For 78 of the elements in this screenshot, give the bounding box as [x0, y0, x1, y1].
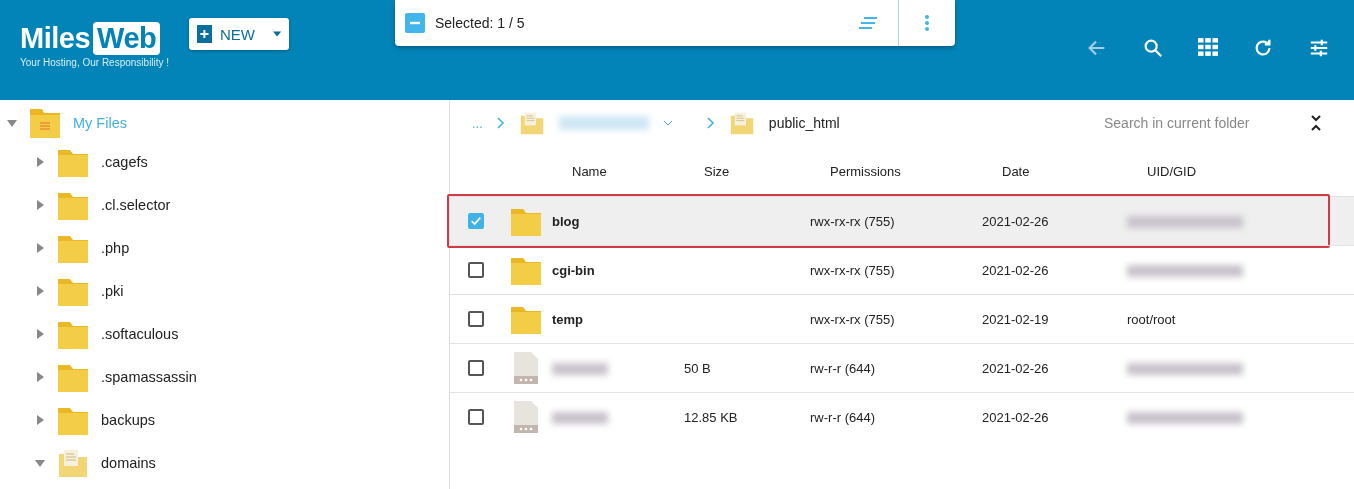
- table-row[interactable]: 12.85 KB rw-r-r (644) 2021-02-26: [450, 392, 1354, 441]
- tree-item[interactable]: .cagefs: [101, 153, 148, 170]
- tree-item[interactable]: .pki: [101, 282, 124, 299]
- table-cell-text: 2021-02-26: [982, 360, 1050, 376]
- row-checkbox[interactable]: [468, 213, 484, 229]
- sort-icon[interactable]: [858, 16, 878, 30]
- file-icon: [514, 401, 538, 433]
- document-folder-icon: [728, 111, 755, 135]
- column-header[interactable]: UID/GID: [1147, 163, 1297, 179]
- row-checkbox[interactable]: [468, 262, 484, 278]
- collapse-arrow-icon[interactable]: [7, 118, 17, 128]
- file-name[interactable]: temp: [552, 311, 684, 327]
- tree-item[interactable]: .php: [101, 239, 130, 256]
- refresh-icon[interactable]: [1252, 37, 1274, 59]
- document-folder-icon: [518, 111, 545, 135]
- expand-arrow-icon[interactable]: [35, 328, 45, 339]
- deselect-icon[interactable]: [405, 13, 425, 33]
- table-cell-text: 2021-02-26: [982, 409, 1050, 425]
- chevron-right-icon: [706, 117, 715, 129]
- row-checkbox[interactable]: [468, 311, 484, 327]
- search-icon[interactable]: [1142, 37, 1164, 59]
- expand-arrow-icon[interactable]: [35, 285, 45, 296]
- table-row[interactable]: temp rwx-rx-rx (755) 2021-02-19 root/root: [450, 294, 1354, 343]
- row-checkbox[interactable]: [468, 360, 484, 376]
- column-header[interactable]: Date: [1002, 163, 1147, 179]
- tree-item[interactable]: backups: [101, 411, 155, 428]
- new-button[interactable]: NEW: [189, 18, 290, 50]
- table-cell-text: rwx-rx-rx (755): [810, 311, 896, 327]
- column-header[interactable]: Name: [572, 163, 704, 179]
- tree-item[interactable]: domains: [101, 454, 156, 471]
- settings-icon[interactable]: [1308, 37, 1330, 59]
- table-cell-text: rwx-rx-rx (755): [810, 213, 896, 229]
- logo-tagline: Your Hosting, Our Responsibility !: [20, 57, 170, 68]
- caret-icon: [272, 31, 282, 37]
- table-cell-text: rw-r-r (644): [810, 409, 876, 425]
- breadcrumb-item[interactable]: public_html: [768, 115, 840, 131]
- table-cell-text: 2021-02-26: [982, 262, 1050, 278]
- table-cell-text: rw-r-r (644): [810, 360, 876, 376]
- table-row[interactable]: blog rwx-rx-rx (755) 2021-02-26: [450, 196, 1354, 245]
- folder-icon: [508, 255, 544, 285]
- table-cell-text: 2021-02-26: [982, 213, 1050, 229]
- table-cell-text: 2021-02-19: [982, 311, 1050, 327]
- home-folder-icon: [29, 108, 61, 138]
- grid-icon[interactable]: [1198, 37, 1218, 57]
- table-cell-text: rwx-rx-rx (755): [810, 262, 896, 278]
- file-icon: [514, 352, 538, 384]
- column-header[interactable]: Permissions: [830, 163, 1002, 179]
- selection-count: Selected: 1 / 5: [435, 15, 526, 31]
- logo-text: Web: [93, 22, 161, 55]
- document-folder-icon: [57, 447, 89, 478]
- file-name[interactable]: blog: [552, 213, 684, 229]
- file-name[interactable]: cgi-bin: [552, 262, 684, 278]
- more-icon[interactable]: [924, 14, 930, 32]
- table-row[interactable]: 50 B rw-r-r (644) 2021-02-26: [450, 343, 1354, 392]
- expand-arrow-icon[interactable]: [35, 199, 45, 210]
- expand-arrow-icon[interactable]: [35, 371, 45, 382]
- caret-icon[interactable]: [662, 120, 673, 126]
- tree-item[interactable]: .cl.selector: [101, 196, 171, 213]
- table-cell-text: 50 B: [684, 360, 712, 376]
- chevron-right-icon: [496, 117, 505, 129]
- expand-arrow-icon[interactable]: [35, 414, 45, 425]
- column-header[interactable]: Size: [704, 163, 830, 179]
- collapse-icon[interactable]: [1310, 114, 1322, 132]
- expand-arrow-icon[interactable]: [35, 156, 45, 167]
- expand-arrow-icon[interactable]: [35, 242, 45, 253]
- tree-item[interactable]: .spamassassin: [101, 368, 197, 385]
- table-cell-text: 12.85 KB: [684, 409, 739, 425]
- collapse-arrow-icon[interactable]: [35, 457, 45, 468]
- table-cell-text: root/root: [1127, 311, 1177, 327]
- folder-icon: [508, 206, 544, 236]
- row-checkbox[interactable]: [468, 409, 484, 425]
- folder-icon: [508, 304, 544, 334]
- logo-text: Miles: [20, 22, 91, 55]
- table-row[interactable]: cgi-bin rwx-rx-rx (755) 2021-02-26: [450, 245, 1354, 294]
- tree-item[interactable]: .softaculous: [101, 325, 179, 342]
- blurred-text: [552, 363, 608, 376]
- blurred-text: [552, 412, 608, 425]
- plus-icon: [197, 25, 212, 43]
